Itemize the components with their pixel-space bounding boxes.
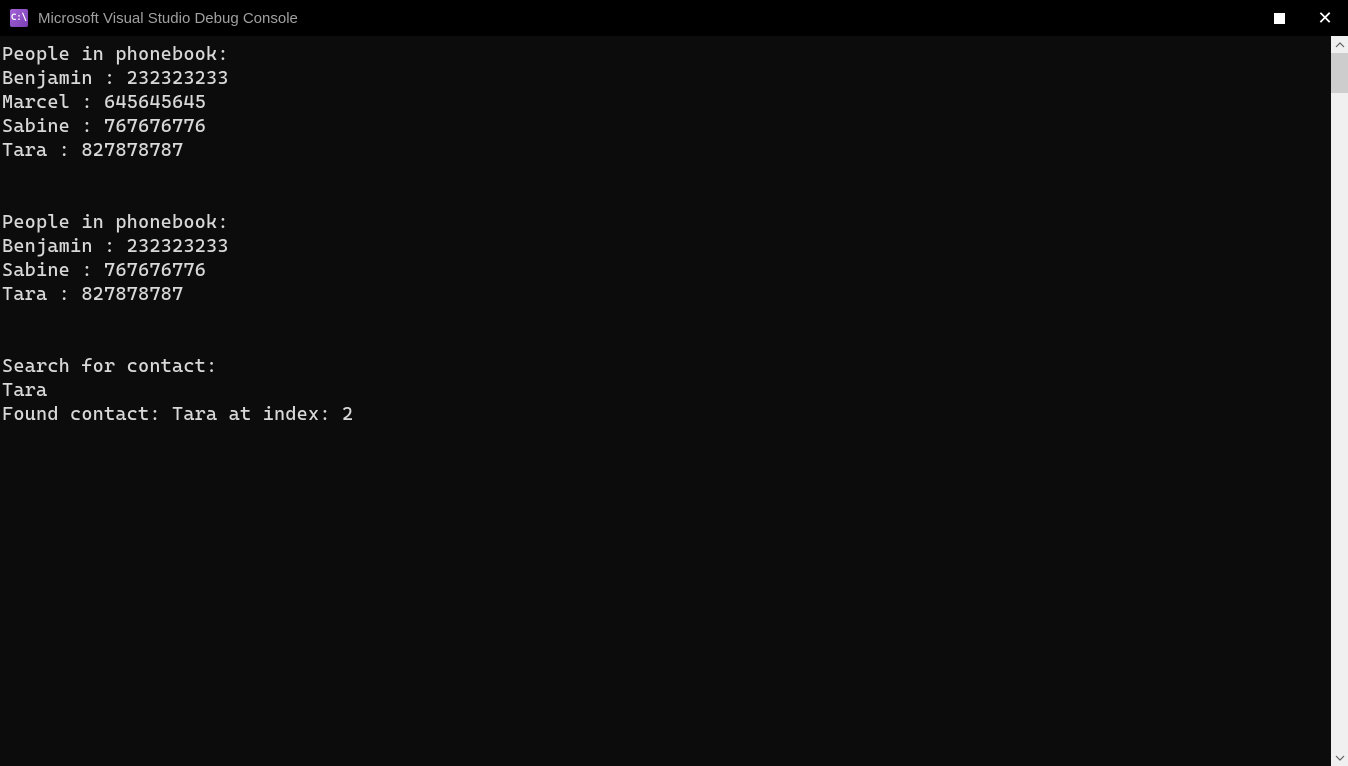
close-button[interactable]: ✕ xyxy=(1302,0,1348,36)
console-area[interactable]: People in phonebook: Benjamin : 23232323… xyxy=(0,36,1348,766)
scroll-thumb[interactable] xyxy=(1331,53,1348,93)
scroll-down-arrow[interactable] xyxy=(1331,749,1348,766)
window-controls: ✕ xyxy=(1256,0,1348,36)
vertical-scrollbar[interactable] xyxy=(1331,36,1348,766)
maximize-icon xyxy=(1274,13,1285,24)
scroll-up-arrow[interactable] xyxy=(1331,36,1348,53)
titlebar[interactable]: C:\ Microsoft Visual Studio Debug Consol… xyxy=(0,0,1348,36)
chevron-down-icon xyxy=(1335,753,1345,763)
console-output: People in phonebook: Benjamin : 23232323… xyxy=(0,36,1348,428)
maximize-button[interactable] xyxy=(1256,0,1302,36)
window-title: Microsoft Visual Studio Debug Console xyxy=(38,10,298,27)
chevron-up-icon xyxy=(1335,40,1345,50)
close-icon: ✕ xyxy=(1317,9,1332,27)
scroll-track[interactable] xyxy=(1331,53,1348,749)
app-icon: C:\ xyxy=(10,9,28,27)
